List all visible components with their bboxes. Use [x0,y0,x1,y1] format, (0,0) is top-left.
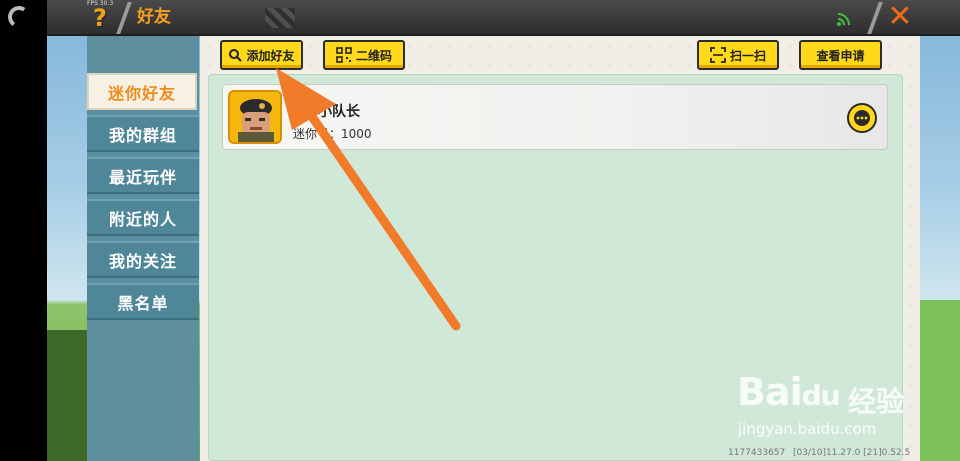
footer-id: 1177433657 [728,448,786,458]
background-block [47,330,87,461]
friend-name: 小队长 [318,104,360,120]
footer-info: [03/10]11.27.0 [21]0.52.5 [793,448,911,458]
soldier-avatar-icon [230,92,280,142]
friend-mini-id: 迷你号：1000 [293,125,372,142]
search-icon [229,49,243,62]
sidebar-item-nearby[interactable]: 附近的人 [87,199,199,236]
qr-code-button[interactable]: 二维码 [323,40,405,70]
view-requests-button[interactable]: 查看申请 [799,40,882,70]
qr-code-label: 二维码 [355,48,392,63]
sidebar-item-recent-players[interactable]: 最近玩伴 [87,157,199,194]
avatar [228,90,282,144]
friend-card[interactable]: 小队长 迷你号：1000 [222,84,888,150]
signal-icon [837,13,850,26]
background-grass [920,300,960,461]
qr-code-icon [336,47,352,63]
more-icon [854,110,870,126]
baidu-watermark: Baidu [737,370,841,414]
chat-button[interactable] [847,103,877,133]
sidebar-item-blacklist[interactable]: 黑名单 [87,283,199,320]
add-friend-label: 添加好友 [246,48,295,63]
page-title: 好友 [137,7,171,27]
phone-call-icon [6,4,32,30]
sidebar-item-following[interactable]: 我的关注 [87,241,199,278]
phone-bezel [0,0,47,461]
decorative-tiles [265,8,295,28]
close-icon[interactable]: ✕ [883,0,917,34]
help-icon[interactable]: ? [93,4,107,32]
view-requests-label: 查看申请 [816,48,865,63]
mini-id-label: 迷你号： [293,127,342,141]
sidebar-item-my-groups[interactable]: 我的群组 [87,115,199,152]
add-friend-button[interactable]: 添加好友 [220,40,303,70]
divider [116,2,132,34]
divider [867,2,883,34]
scan-label: 扫一扫 [729,48,766,63]
sidebar-item-mini-friends[interactable]: 迷你好友 [87,73,197,110]
scan-button[interactable]: 扫一扫 [697,40,779,70]
scan-icon [710,47,726,63]
top-bar: FPS 30.3 ? 好友 ✕ [47,0,960,36]
jingyan-watermark: 经验 [848,385,905,418]
mini-id-value: 1000 [341,127,372,141]
watermark-url: jingyan.baidu.com [738,420,877,438]
